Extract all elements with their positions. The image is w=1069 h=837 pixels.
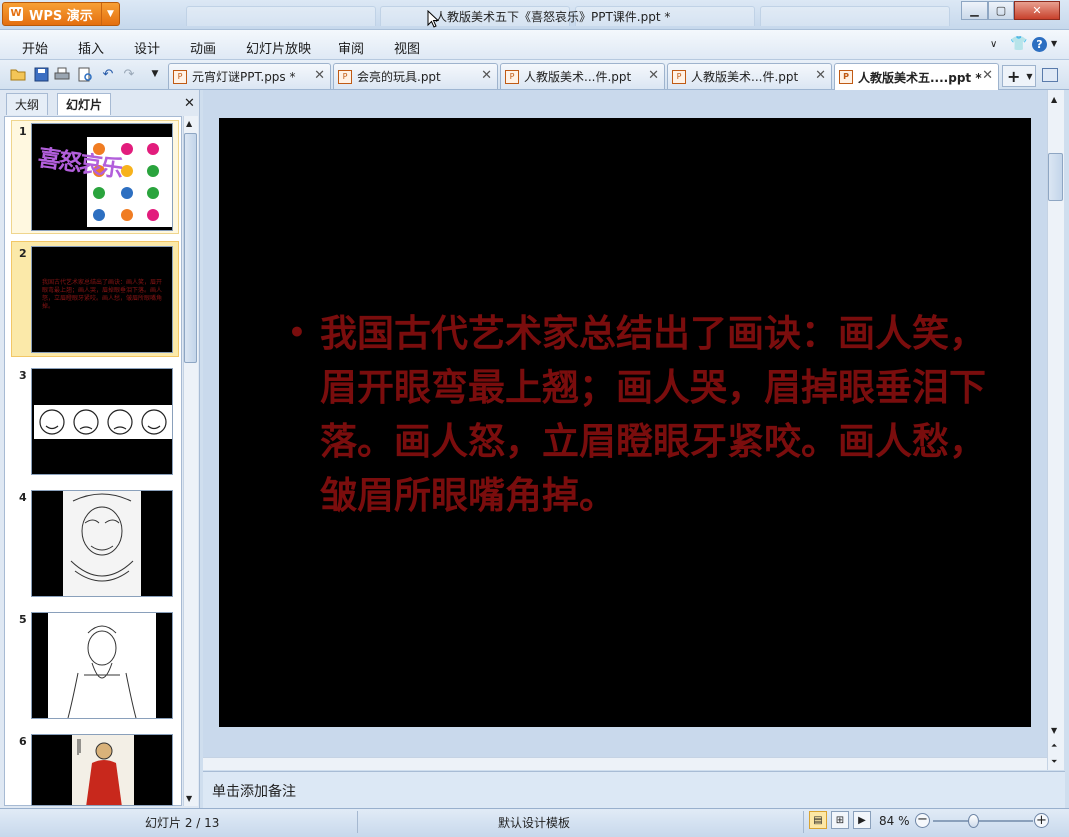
wps-logo-icon: W xyxy=(9,7,23,21)
doc-tab[interactable]: P 人教版美术...件.ppt ✕ xyxy=(500,63,665,89)
wps-dropdown-arrow-icon[interactable]: ▼ xyxy=(101,3,119,25)
bullet-icon: • xyxy=(288,316,306,349)
close-tab-icon[interactable]: ✕ xyxy=(815,68,826,83)
zoom-in-button[interactable]: + xyxy=(1034,813,1049,828)
window-list-icon[interactable] xyxy=(1042,68,1058,82)
print-icon[interactable] xyxy=(53,65,71,83)
ppt-file-icon: P xyxy=(505,69,519,84)
status-divider xyxy=(357,811,358,833)
zoom-level: 84 % xyxy=(879,814,910,828)
help-icon[interactable]: ? xyxy=(1032,37,1047,52)
close-button[interactable]: ✕ xyxy=(1014,1,1060,20)
thumbnail-slide-6[interactable] xyxy=(31,734,173,806)
thumbnail-number: 3 xyxy=(19,369,27,382)
save-icon[interactable] xyxy=(32,65,50,83)
slide-scroll-thumb[interactable] xyxy=(1048,153,1063,201)
new-tab-button[interactable]: + ▼ xyxy=(1002,65,1036,87)
menu-slideshow[interactable]: 幻灯片放映 xyxy=(246,38,311,57)
menu-review[interactable]: 审阅 xyxy=(338,38,364,57)
design-template-name: 默认设计模板 xyxy=(498,816,571,830)
background-window-tab xyxy=(760,6,950,26)
doc-tab-label: 会亮的玩具.ppt xyxy=(357,70,441,84)
menu-view[interactable]: 视图 xyxy=(394,38,420,57)
notes-pane[interactable] xyxy=(203,771,1065,808)
close-tab-icon[interactable]: ✕ xyxy=(314,68,325,83)
new-tab-dropdown-icon[interactable]: ▼ xyxy=(1026,72,1032,81)
opera-mask-drawing-image xyxy=(63,491,141,596)
status-divider xyxy=(803,811,804,833)
slide-text-box[interactable]: • 我国古代艺术家总结出了画诀：画人笑，眉开眼弯最上翘；画人哭，眉掉眼垂泪下落。… xyxy=(288,306,988,522)
doc-tab-label: 人教版美术...件.ppt xyxy=(524,70,632,84)
red-figure-painting-image xyxy=(72,735,134,805)
thumbnail-text: 我国古代艺术家总结出了画诀：画人笑，眉开眼弯最上翘；画人哭，眉掉眼垂泪下落。画人… xyxy=(42,279,163,310)
menu-bar xyxy=(0,30,1069,60)
menu-home[interactable]: 开始 xyxy=(22,38,48,57)
thumbnail-scroll-thumb[interactable] xyxy=(184,133,197,363)
elder-portrait-drawing-image xyxy=(48,613,156,718)
tab-slides[interactable]: 幻灯片 xyxy=(57,93,112,115)
thumbnail-slide-1[interactable]: 喜怒哀乐 xyxy=(31,123,173,231)
thumbnail-number: 5 xyxy=(19,613,27,626)
close-tab-icon[interactable]: ✕ xyxy=(481,68,492,83)
thumbnail-number: 6 xyxy=(19,735,27,748)
menu-design[interactable]: 设计 xyxy=(134,38,160,57)
close-panel-icon[interactable]: ✕ xyxy=(184,96,195,111)
zoom-slider-handle[interactable] xyxy=(968,814,979,828)
slide-horizontal-scrollbar[interactable] xyxy=(203,757,1047,770)
thumbnail-number: 4 xyxy=(19,491,27,504)
slide-counter: 幻灯片 2 / 13 xyxy=(145,816,220,830)
ppt-file-icon: P xyxy=(173,69,187,84)
menu-insert[interactable]: 插入 xyxy=(78,38,104,57)
close-tab-icon[interactable]: ✕ xyxy=(982,68,993,83)
doc-tab[interactable]: P 元宵灯谜PPT.pps * ✕ xyxy=(168,63,331,89)
notes-placeholder[interactable]: 单击添加备注 xyxy=(212,781,296,801)
doc-tab-label: 人教版美术五....ppt * xyxy=(858,70,982,85)
doc-tab-label: 人教版美术...件.ppt xyxy=(691,70,799,84)
help-dropdown-icon[interactable]: ▼ xyxy=(1051,39,1057,48)
thumbnail-number: 1 xyxy=(19,125,27,138)
skin-shirt-icon[interactable]: 👕 xyxy=(1010,36,1027,52)
thumbnail-slide-2[interactable]: 我国古代艺术家总结出了画诀：画人笑，眉开眼弯最上翘；画人哭，眉掉眼垂泪下落。画人… xyxy=(31,246,173,353)
mouse-cursor-icon xyxy=(427,10,439,28)
close-tab-icon[interactable]: ✕ xyxy=(648,68,659,83)
thumbnail-number: 2 xyxy=(19,247,27,260)
wps-menu-button[interactable]: W WPS 演示 ▼ xyxy=(2,2,120,26)
ribbon-collapse-icon[interactable]: ∨ xyxy=(990,39,997,50)
slideshow-view-icon[interactable]: ▶ xyxy=(853,811,871,829)
menu-animation[interactable]: 动画 xyxy=(190,38,216,57)
undo-icon[interactable]: ↶ xyxy=(99,65,117,83)
scroll-down-icon[interactable]: ▼ xyxy=(1051,726,1057,735)
ppt-file-icon: P xyxy=(338,69,352,84)
thumbnail-slide-5[interactable] xyxy=(31,612,173,719)
zoom-slider-track[interactable] xyxy=(933,820,1033,822)
thumbnail-slide-4[interactable] xyxy=(31,490,173,597)
ppt-file-icon: P xyxy=(839,70,853,84)
toolbar-customize-icon[interactable]: ▼ xyxy=(146,65,164,83)
scroll-up-icon[interactable]: ▲ xyxy=(1051,95,1057,104)
normal-view-icon[interactable]: ▤ xyxy=(809,811,827,829)
next-slide-icon[interactable]: ⏷ xyxy=(1051,757,1057,767)
thumbnail-slide-3[interactable] xyxy=(31,368,173,475)
doc-tab-label: 元宵灯谜PPT.pps * xyxy=(192,70,296,84)
print-preview-icon[interactable] xyxy=(76,65,94,83)
zoom-out-button[interactable]: − xyxy=(915,813,930,828)
doc-tab[interactable]: P 会亮的玩具.ppt ✕ xyxy=(333,63,498,89)
faces-strip-image xyxy=(34,405,172,439)
slide-sorter-view-icon[interactable]: ⊞ xyxy=(831,811,849,829)
slide-body-text: 我国古代艺术家总结出了画诀：画人笑，眉开眼弯最上翘；画人哭，眉掉眼垂泪下落。画人… xyxy=(320,311,986,517)
tab-outline[interactable]: 大纲 xyxy=(6,93,49,115)
redo-icon[interactable]: ↷ xyxy=(120,65,138,83)
doc-tab-active[interactable]: P 人教版美术五....ppt * ✕ xyxy=(834,63,999,90)
ppt-file-icon: P xyxy=(672,69,686,84)
background-window-tab xyxy=(186,6,376,26)
scroll-down-icon[interactable]: ▼ xyxy=(186,794,192,803)
minimize-button[interactable]: ▁ xyxy=(961,1,988,20)
maximize-button[interactable]: ▢ xyxy=(988,1,1014,20)
doc-tab[interactable]: P 人教版美术...件.ppt ✕ xyxy=(667,63,832,89)
wps-menu-label: WPS 演示 xyxy=(29,8,93,24)
window-title: 人教版美术五下《喜怒哀乐》PPT课件.ppt * xyxy=(435,10,671,24)
open-icon[interactable] xyxy=(9,65,27,83)
scroll-up-icon[interactable]: ▲ xyxy=(186,119,192,128)
previous-slide-icon[interactable]: ⏶ xyxy=(1051,741,1057,751)
